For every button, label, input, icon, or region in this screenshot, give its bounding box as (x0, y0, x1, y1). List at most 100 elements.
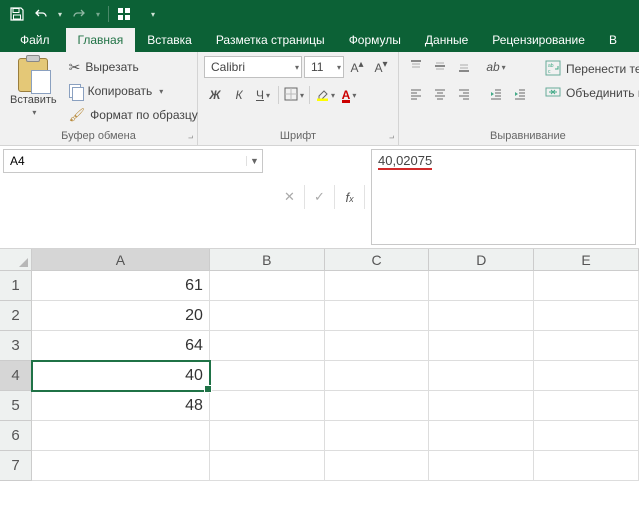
paste-button[interactable]: Вставить▾ (6, 56, 61, 120)
tab-review[interactable]: Рецензирование (480, 28, 597, 52)
italic-button[interactable]: К (228, 84, 250, 106)
cell-E1[interactable] (534, 271, 639, 301)
tab-file[interactable]: Файл (4, 28, 66, 52)
grow-font-button[interactable]: A▴ (346, 56, 368, 78)
cell-C3[interactable] (325, 331, 430, 361)
row-header-2[interactable]: 2 (0, 301, 32, 331)
merge-center-button[interactable]: Объединить и (541, 82, 639, 104)
align-left-button[interactable] (405, 84, 427, 106)
cell-C2[interactable] (325, 301, 430, 331)
tab-layout[interactable]: Разметка страницы (204, 28, 337, 52)
cell-C6[interactable] (325, 421, 430, 451)
cut-button[interactable]: Вырезать (65, 56, 202, 78)
cell-A3[interactable]: 64 (32, 331, 210, 361)
cell-C1[interactable] (325, 271, 430, 301)
formula-bar[interactable]: 40,02075 (371, 149, 636, 245)
cell-C4[interactable] (325, 361, 430, 391)
qat-customize-icon[interactable]: ▾ (147, 10, 159, 19)
save-icon[interactable] (6, 3, 28, 25)
tab-formulas[interactable]: Формулы (337, 28, 413, 52)
indent-increase-button[interactable] (509, 84, 531, 106)
align-middle-icon (433, 59, 447, 76)
cell-B3[interactable] (210, 331, 325, 361)
row-header-4[interactable]: 4 (0, 361, 32, 391)
cell-A4[interactable]: 40 (32, 361, 210, 391)
enter-formula-button[interactable]: ✓ (305, 185, 335, 209)
cell-E7[interactable] (534, 451, 639, 481)
tab-data[interactable]: Данные (413, 28, 480, 52)
align-middle-button[interactable] (429, 56, 451, 78)
cell-E6[interactable] (534, 421, 639, 451)
paste-dropdown-icon[interactable]: ▾ (32, 108, 36, 117)
cell-D3[interactable] (429, 331, 534, 361)
undo-dropdown-icon[interactable]: ▾ (54, 10, 66, 19)
copy-dropdown-icon[interactable]: ▾ (159, 87, 163, 96)
cell-D7[interactable] (429, 451, 534, 481)
cell-D4[interactable] (429, 361, 534, 391)
orientation-button[interactable]: ab▾ (485, 56, 507, 78)
cell-C5[interactable] (325, 391, 430, 421)
copy-button[interactable]: Копировать ▾ (65, 80, 202, 102)
shrink-font-button[interactable]: A▾ (370, 56, 392, 78)
cell-D1[interactable] (429, 271, 534, 301)
indent-decrease-button[interactable] (485, 84, 507, 106)
cell-B5[interactable] (210, 391, 325, 421)
row-header-3[interactable]: 3 (0, 331, 32, 361)
format-painter-button[interactable]: Формат по образцу (65, 104, 202, 126)
cell-D2[interactable] (429, 301, 534, 331)
align-center-button[interactable] (429, 84, 451, 106)
column-header-D[interactable]: D (429, 249, 534, 271)
wrap-text-button[interactable]: abc Перенести тек (541, 58, 639, 80)
cell-E4[interactable] (534, 361, 639, 391)
column-header-B[interactable]: B (210, 249, 325, 271)
cell-E5[interactable] (534, 391, 639, 421)
cell-E2[interactable] (534, 301, 639, 331)
fill-color-button[interactable]: ▾ (314, 84, 336, 106)
font-size-combo[interactable]: 11 ▾ (304, 56, 344, 78)
cell-A6[interactable] (32, 421, 210, 451)
tab-view[interactable]: В (597, 28, 629, 52)
underline-button[interactable]: Ч▾ (252, 84, 274, 106)
spreadsheet-grid[interactable]: ABCDE 1234567 6120644048 (0, 249, 639, 489)
name-box-input[interactable] (4, 150, 246, 172)
tab-home[interactable]: Главная (66, 28, 136, 52)
select-all-corner[interactable] (0, 249, 32, 271)
bold-button[interactable]: Ж (204, 84, 226, 106)
font-color-button[interactable]: A▾ (338, 84, 360, 106)
cell-C7[interactable] (325, 451, 430, 481)
cell-E3[interactable] (534, 331, 639, 361)
redo-dropdown-icon[interactable]: ▾ (92, 10, 104, 19)
tab-insert[interactable]: Вставка (135, 28, 204, 52)
cell-B1[interactable] (210, 271, 325, 301)
cell-A2[interactable]: 20 (32, 301, 210, 331)
cancel-formula-button[interactable]: ✕ (275, 185, 305, 209)
cell-A5[interactable]: 48 (32, 391, 210, 421)
borders-button[interactable]: ▾ (283, 84, 305, 106)
align-top-button[interactable] (405, 56, 427, 78)
align-right-button[interactable] (453, 84, 475, 106)
column-header-C[interactable]: C (325, 249, 430, 271)
row-header-1[interactable]: 1 (0, 271, 32, 301)
redo-icon[interactable] (68, 3, 90, 25)
font-name-combo[interactable]: Calibri ▾ (204, 56, 302, 78)
underline-icon: Ч (256, 88, 264, 102)
cell-A1[interactable]: 61 (32, 271, 210, 301)
name-box-dropdown-icon[interactable]: ▼ (246, 156, 262, 166)
align-bottom-button[interactable] (453, 56, 475, 78)
cell-A7[interactable] (32, 451, 210, 481)
insert-function-button[interactable]: fx (335, 185, 365, 209)
cell-B6[interactable] (210, 421, 325, 451)
undo-icon[interactable] (30, 3, 52, 25)
row-header-7[interactable]: 7 (0, 451, 32, 481)
cell-B7[interactable] (210, 451, 325, 481)
cell-B2[interactable] (210, 301, 325, 331)
touch-mode-icon[interactable] (113, 3, 135, 25)
cell-B4[interactable] (210, 361, 325, 391)
cell-D5[interactable] (429, 391, 534, 421)
column-header-A[interactable]: A (32, 249, 210, 271)
row-header-5[interactable]: 5 (0, 391, 32, 421)
row-header-6[interactable]: 6 (0, 421, 32, 451)
cell-D6[interactable] (429, 421, 534, 451)
column-header-E[interactable]: E (534, 249, 639, 271)
name-box[interactable]: ▼ (3, 149, 263, 173)
